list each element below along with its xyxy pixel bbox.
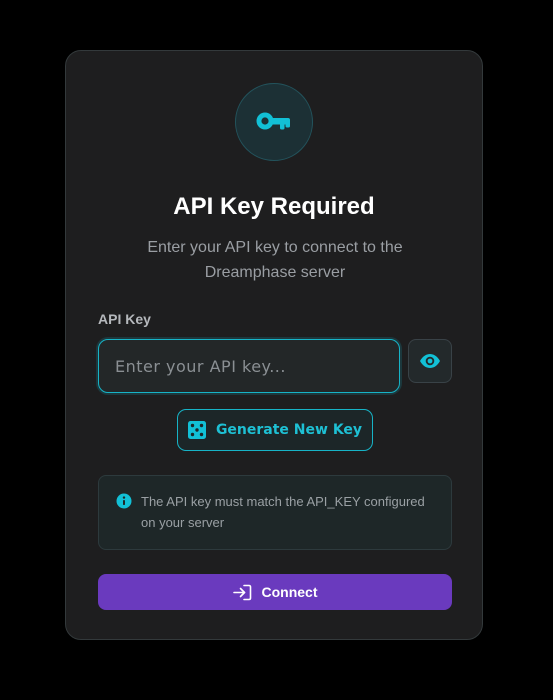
info-note: The API key must match the API_KEY confi… (98, 475, 452, 550)
toggle-visibility-button[interactable] (408, 339, 452, 383)
generate-key-label: Generate New Key (215, 422, 363, 438)
dialog-subtitle: Enter your API key to connect to the Dre… (147, 239, 403, 281)
connect-button[interactable]: Connect (98, 574, 452, 610)
sign-in-icon (232, 584, 251, 600)
dice-icon (187, 421, 206, 439)
connect-label: Connect (261, 584, 318, 600)
info-icon (116, 493, 132, 509)
api-key-input[interactable] (98, 339, 400, 393)
generate-key-button[interactable]: Generate New Key (177, 409, 373, 451)
api-key-dialog: API Key Required Enter your API key to c… (65, 50, 483, 640)
api-key-label: API Key (98, 311, 151, 327)
eye-icon (420, 354, 440, 368)
key-badge (235, 83, 313, 161)
dialog-title: API Key Required (173, 193, 375, 220)
key-icon (256, 112, 290, 130)
info-text: The API key must match the API_KEY confi… (141, 494, 425, 530)
